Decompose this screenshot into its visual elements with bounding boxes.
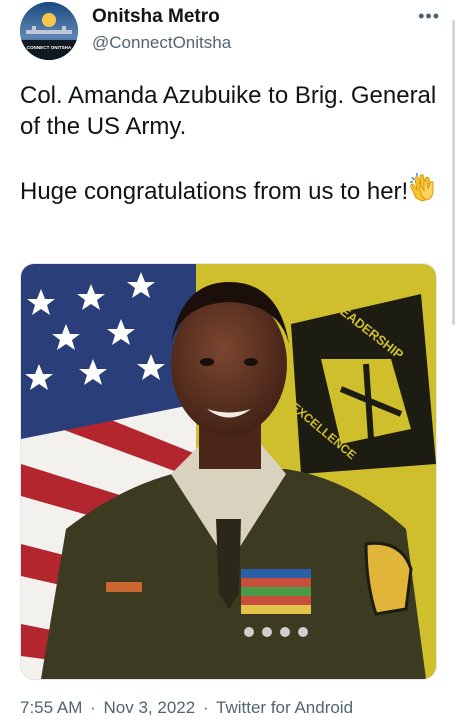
tweet-date[interactable]: Nov 3, 2022	[104, 698, 196, 717]
account-name[interactable]: Onitsha Metro	[92, 6, 220, 28]
tweet-time[interactable]: 7:55 AM	[20, 698, 82, 717]
meta-separator-1: ·	[90, 698, 96, 717]
tweet-header: CONNECT ONITSHA Onitsha Metro @ConnectOn…	[20, 2, 440, 62]
tweet-line-1: Col. Amanda Azubuike to Brig. General of…	[20, 82, 437, 140]
meta-separator-2: ·	[202, 698, 209, 717]
more-options-icon[interactable]: •••	[418, 6, 440, 27]
tweet-text: Col. Amanda Azubuike to Brig. General of…	[20, 80, 440, 238]
rotc-emblem: LEADERSHIP EXCELLENCE	[288, 294, 436, 474]
tweet-photo[interactable]: LEADERSHIP EXCELLENCE	[20, 263, 437, 680]
tweet-meta: 7:55 AM · Nov 3, 2022 · Twitter for Andr…	[20, 698, 356, 718]
avatar[interactable]: CONNECT ONITSHA	[20, 2, 78, 60]
tweet-source[interactable]: Twitter for Android	[216, 698, 353, 717]
tweet-line-2-text: Huge congratulations from us to her!	[20, 178, 409, 205]
account-handle[interactable]: @ConnectOnitsha	[92, 33, 231, 53]
avatar-text: CONNECT ONITSHA	[27, 45, 72, 50]
tweet-line-2: Huge congratulations from us to her!	[20, 173, 440, 207]
scrollbar[interactable]	[452, 20, 455, 325]
clapping-hands-icon	[408, 173, 438, 203]
